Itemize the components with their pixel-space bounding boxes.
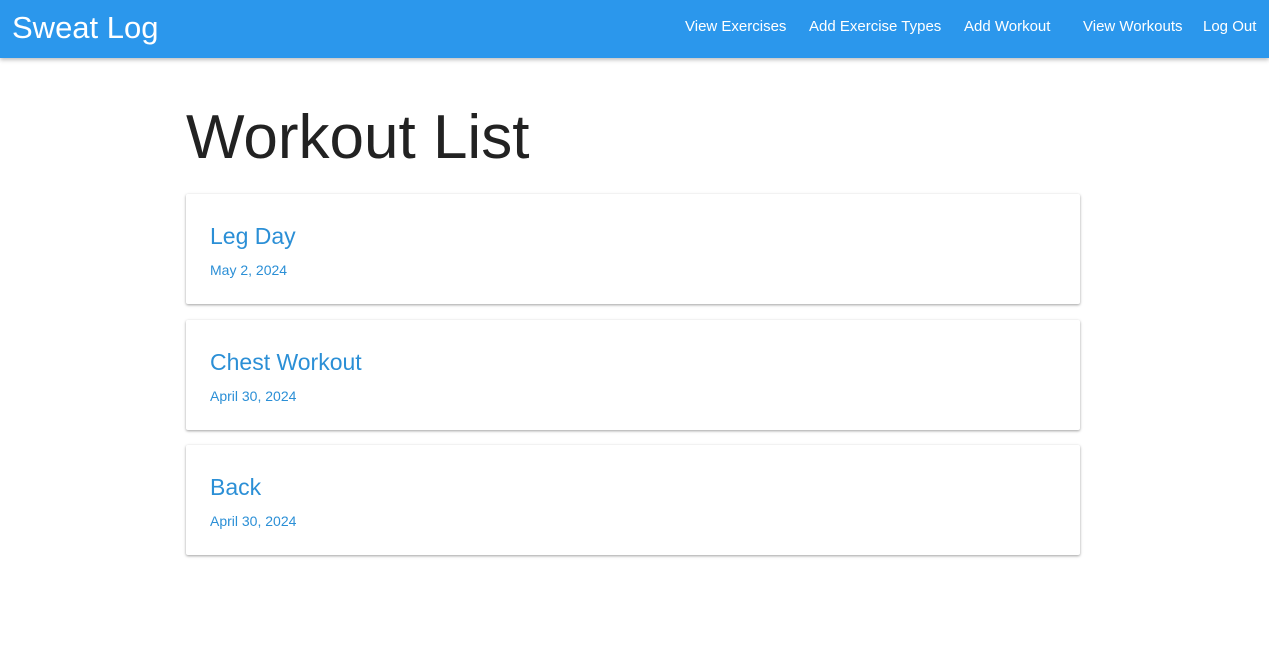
workout-date: May 2, 2024 [210, 262, 288, 278]
workout-card[interactable]: Back April 30, 2024 [186, 445, 1080, 555]
page-title: Workout List [186, 103, 530, 172]
nav-log-out[interactable]: Log Out [1203, 17, 1256, 37]
workout-date: April 30, 2024 [210, 513, 297, 529]
workout-name[interactable]: Leg Day [210, 222, 296, 250]
workout-date: April 30, 2024 [210, 388, 297, 404]
top-navbar: Sweat Log View Exercises Add Exercise Ty… [0, 0, 1269, 58]
nav-view-exercises[interactable]: View Exercises [685, 17, 786, 37]
workout-name[interactable]: Chest Workout [210, 348, 362, 376]
nav-add-exercise-types[interactable]: Add Exercise Types [809, 17, 941, 37]
nav-view-workouts[interactable]: View Workouts [1083, 17, 1183, 37]
workout-card[interactable]: Chest Workout April 30, 2024 [186, 320, 1080, 430]
brand-logo-link[interactable]: Sweat Log [12, 8, 159, 48]
nav-add-workout[interactable]: Add Workout [964, 17, 1050, 37]
workout-card[interactable]: Leg Day May 2, 2024 [186, 194, 1080, 304]
workout-name[interactable]: Back [210, 473, 261, 501]
